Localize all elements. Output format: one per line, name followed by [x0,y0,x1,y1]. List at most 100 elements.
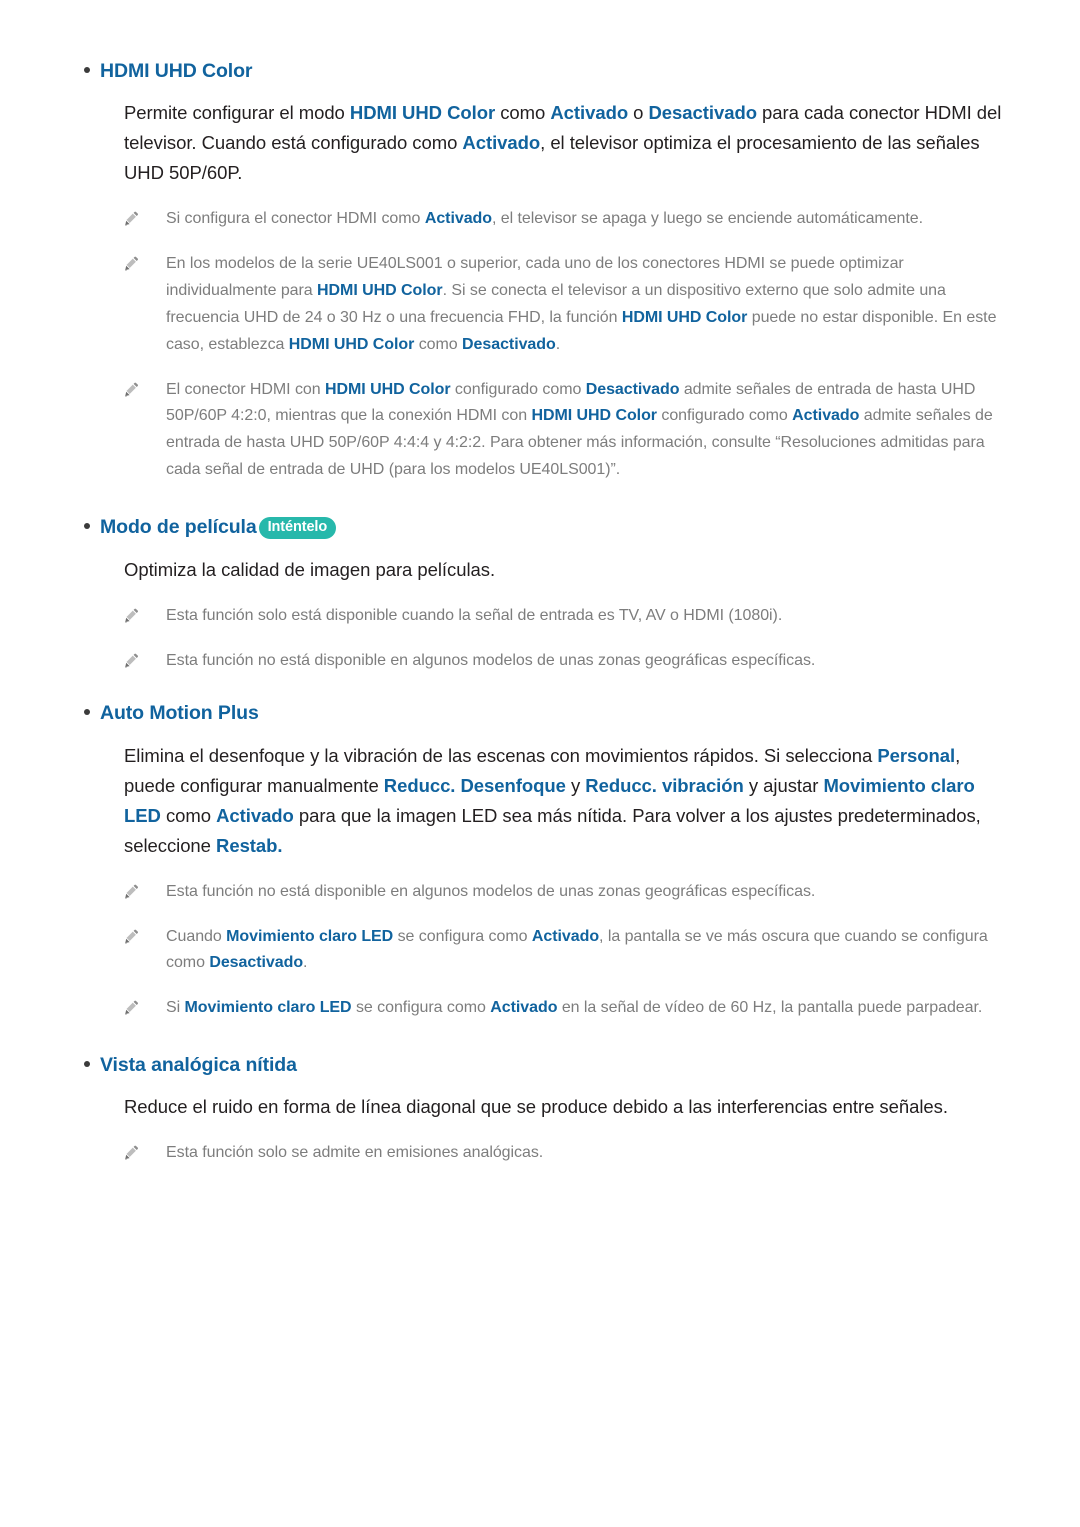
emphasis-term: Activado [550,102,629,124]
emphasis-term: Desactivado [648,102,758,124]
emphasis-term: Movimiento claro LED [226,927,394,945]
text-run: El conector HDMI con [166,380,326,398]
text-run: configurado como [450,380,586,398]
emphasis-term: Reducc. vibración [585,774,744,796]
section-body-paragraph: Elimina el desenfoque y la vibración de … [124,741,1002,861]
emphasis-term: Reducc. Desenfoque [383,774,566,796]
emphasis-term: Restab. [216,834,283,856]
emphasis-term: Activado [462,132,541,154]
text-run: Elimina el desenfoque y la vibración de … [124,744,878,766]
emphasis-term: HDMI UHD Color [349,102,496,124]
section-body-paragraph: Optimiza la calidad de imagen para pelíc… [124,555,1002,585]
pencil-note-icon [124,206,166,233]
bullet-icon [78,709,100,719]
emphasis-term: HDMI UHD Color [325,380,451,398]
sections-container: HDMI UHD Color Permite configurar el modo… [78,58,1002,1193]
text-run: Si configura el conector HDMI como [166,210,425,228]
note-row: Esta función solo está disponible cuando… [124,603,1002,630]
note-text: El conector HDMI con HDMI UHD Color conf… [166,377,1002,485]
text-run: , el televisor se apaga y luego se encie… [491,210,924,228]
note-row: Si configura el conector HDMI como Activ… [124,206,1002,233]
text-run: y [565,774,586,796]
text-run: en la señal de vídeo de 60 Hz, la pantal… [557,999,983,1017]
pencil-note-icon [124,924,166,978]
text-run: configurado como [656,407,793,425]
text-run: . [555,335,561,353]
document-page: HDMI UHD Color Permite configurar el modo… [0,0,1080,1527]
emphasis-term: Activado [531,927,600,945]
emphasis-term: HDMI UHD Color [317,281,443,299]
note-row: Cuando Movimiento claro LED se configura… [124,924,1002,978]
pencil-note-icon [124,879,166,906]
section-body-paragraph: Reduce el ruido en forma de línea diagon… [124,1092,1002,1122]
text-run: Optimiza la calidad de imagen para pelíc… [124,558,496,580]
note-row: Si Movimiento claro LED se configura com… [124,995,1002,1022]
section-heading-label[interactable]: Auto Motion Plus [100,700,259,726]
section-heading-label[interactable]: Modo de película [100,514,257,540]
emphasis-term: Personal [877,744,956,766]
emphasis-term: Desactivado [585,380,680,398]
pencil-note-icon [124,1140,166,1167]
bullet-icon [78,67,100,77]
try-it-badge[interactable]: Inténtelo [258,517,337,539]
note-text: Esta función no está disponible en algun… [166,648,1002,675]
note-text: Si configura el conector HDMI como Activ… [166,206,1002,233]
section-heading-row: Vista analógica nítida [78,1052,1002,1078]
emphasis-term: Activado [216,804,294,826]
section-auto-motion-plus: Auto Motion Plus Elimina el desenfoque y … [78,700,1002,1022]
section-heading-label[interactable]: HDMI UHD Color [100,58,253,84]
section-hdmi-uhd-color: HDMI UHD Color Permite configurar el modo… [78,58,1002,484]
text-run: como [495,102,551,124]
text-run: Esta función solo se admite en emisiones… [166,1144,544,1162]
text-run: como [160,804,217,826]
note-text: Cuando Movimiento claro LED se configura… [166,924,1002,978]
text-run: y ajustar [743,774,824,796]
section-vista-analogica-nitida: Vista analógica nítida Reduce el ruido en… [78,1052,1002,1167]
emphasis-term: Movimiento claro LED [184,999,352,1017]
text-run: se configura como [393,927,532,945]
text-run: Permite configurar el modo [124,102,350,124]
note-row: En los modelos de la serie UE40LS001 o s… [124,251,1002,359]
emphasis-term: HDMI UHD Color [621,308,748,326]
note-row: Esta función solo se admite en emisiones… [124,1140,1002,1167]
emphasis-term: HDMI UHD Color [288,335,415,353]
section-heading-row: Auto Motion Plus [78,700,1002,726]
text-run: Esta función no está disponible en algun… [166,651,816,669]
emphasis-term: Desactivado [462,335,556,353]
text-run: Si [166,999,185,1017]
note-text: En los modelos de la serie UE40LS001 o s… [166,251,1002,359]
emphasis-term: Activado [490,999,558,1017]
bullet-icon [78,523,100,533]
emphasis-term: Activado [792,407,860,425]
emphasis-term: Desactivado [209,954,304,972]
note-row: Esta función no está disponible en algun… [124,648,1002,675]
text-run: . [303,954,308,972]
text-run: Esta función solo está disponible cuando… [166,606,783,624]
text-run: Cuando [166,927,227,945]
note-text: Esta función solo está disponible cuando… [166,603,1002,630]
note-text: Esta función no está disponible en algun… [166,879,1002,906]
section-body-paragraph: Permite configurar el modo HDMI UHD Colo… [124,98,1002,188]
pencil-note-icon [124,377,166,485]
section-heading-label[interactable]: Vista analógica nítida [100,1052,297,1078]
note-row: El conector HDMI con HDMI UHD Color conf… [124,377,1002,485]
text-run: Reduce el ruido en forma de línea diagon… [124,1096,948,1118]
section-modo-de-pelicula: Modo de película Inténtelo Optimiza la cal… [78,514,1002,674]
text-run: se configura como [351,999,491,1017]
note-row: Esta función no está disponible en algun… [124,879,1002,906]
note-text: Si Movimiento claro LED se configura com… [166,995,1002,1022]
emphasis-term: Activado [424,210,492,228]
section-heading-row: Modo de película Inténtelo [78,514,1002,541]
section-heading-row: HDMI UHD Color [78,58,1002,84]
emphasis-term: HDMI UHD Color [531,407,657,425]
text-run: o [628,102,649,124]
pencil-note-icon [124,603,166,630]
bullet-icon [78,1061,100,1071]
pencil-note-icon [124,648,166,675]
pencil-note-icon [124,251,166,359]
text-run: como [414,335,463,353]
